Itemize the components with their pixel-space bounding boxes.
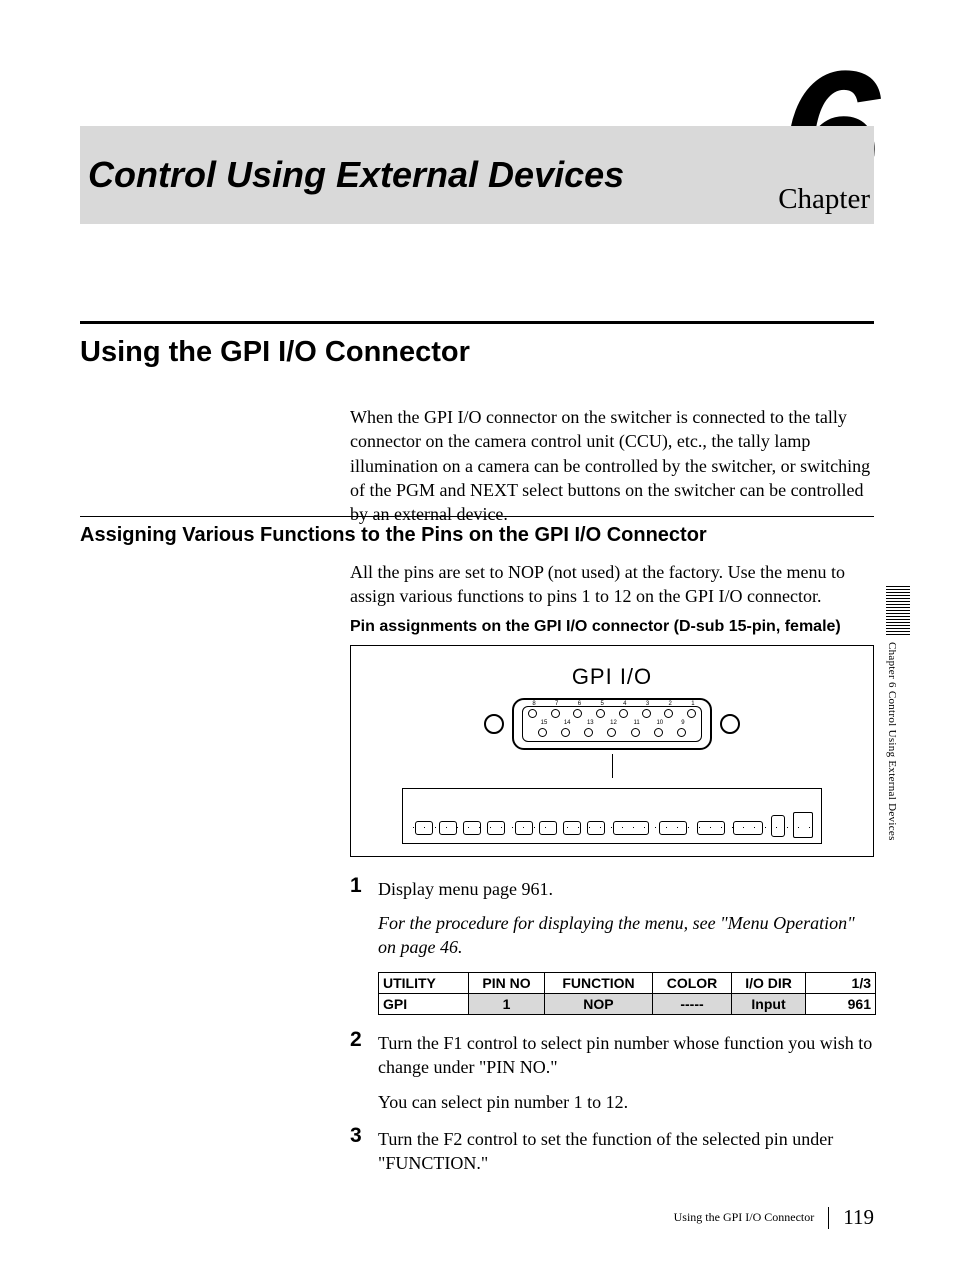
pin-label: 15 — [537, 720, 551, 726]
pin-label: 3 — [641, 701, 655, 707]
section-heading: Using the GPI I/O Connector — [80, 336, 470, 369]
pin-label: 5 — [595, 701, 609, 707]
subsection-heading: Assigning Various Functions to the Pins … — [80, 524, 874, 547]
section-intro: When the GPI I/O connector on the switch… — [350, 405, 874, 526]
pin-label: 2 — [663, 701, 677, 707]
footer-title: Using the GPI I/O Connector — [674, 1210, 815, 1225]
pin-label: 6 — [572, 701, 586, 707]
device-rear-panel-icon — [402, 788, 822, 844]
side-tab: Chapter 6 Control Using External Devices — [886, 586, 910, 886]
chapter-label: Chapter — [778, 183, 870, 224]
pin-label: 9 — [676, 720, 690, 726]
pin-label: 11 — [630, 720, 644, 726]
page-footer: Using the GPI I/O Connector 119 — [674, 1205, 874, 1230]
step-text-3: Turn the F2 control to set the function … — [378, 1127, 874, 1176]
section-rule — [80, 321, 874, 324]
connector-figure: GPI I/O 8 7 6 5 4 3 2 1 15 14 13 12 11 1… — [350, 645, 874, 857]
menu-table: UTILITY PIN NO FUNCTION COLOR I/O DIR 1/… — [378, 972, 876, 1015]
table-header: UTILITY — [379, 973, 469, 994]
pin-label: 8 — [527, 701, 541, 707]
pin-label: 1 — [686, 701, 700, 707]
table-cell: 961 — [806, 994, 876, 1015]
chapter-header: Control Using External Devices Chapter — [80, 126, 874, 224]
step-number-3: 3 — [350, 1124, 362, 1148]
table-header: COLOR — [652, 973, 731, 994]
subsection-intro: All the pins are set to NOP (not used) a… — [350, 560, 874, 609]
step-note-1: For the procedure for displaying the men… — [378, 911, 874, 960]
subsection-rule — [80, 516, 874, 517]
table-header: FUNCTION — [544, 973, 652, 994]
table-cell: ----- — [652, 994, 731, 1015]
pin-label: 7 — [550, 701, 564, 707]
side-tab-text: Chapter 6 Control Using External Devices — [886, 636, 898, 841]
dsub-connector-icon: 8 7 6 5 4 3 2 1 15 14 13 12 11 10 9 — [482, 694, 742, 754]
table-header: PIN NO — [469, 973, 545, 994]
chapter-title: Control Using External Devices — [80, 156, 778, 194]
table-cell: 1 — [469, 994, 545, 1015]
pin-label: 10 — [653, 720, 667, 726]
pin-label: 12 — [606, 720, 620, 726]
step-text-1: Display menu page 961. — [378, 877, 874, 901]
table-header: I/O DIR — [732, 973, 806, 994]
step-text-2: Turn the F1 control to select pin number… — [378, 1031, 874, 1080]
footer-separator — [828, 1207, 829, 1229]
step-extra-2: You can select pin number 1 to 12. — [378, 1090, 874, 1114]
pin-label: 14 — [560, 720, 574, 726]
table-header: 1/3 — [806, 973, 876, 994]
pin-assignment-caption: Pin assignments on the GPI I/O connector… — [350, 618, 874, 636]
step-number-1: 1 — [350, 874, 362, 898]
connector-label: GPI I/O — [351, 664, 873, 690]
table-cell: NOP — [544, 994, 652, 1015]
pin-label: 4 — [618, 701, 632, 707]
pin-label: 13 — [583, 720, 597, 726]
step-number-2: 2 — [350, 1028, 362, 1052]
table-cell: Input — [732, 994, 806, 1015]
footer-page-number: 119 — [843, 1205, 874, 1230]
table-cell: GPI — [379, 994, 469, 1015]
side-tab-lines-icon — [886, 586, 910, 636]
